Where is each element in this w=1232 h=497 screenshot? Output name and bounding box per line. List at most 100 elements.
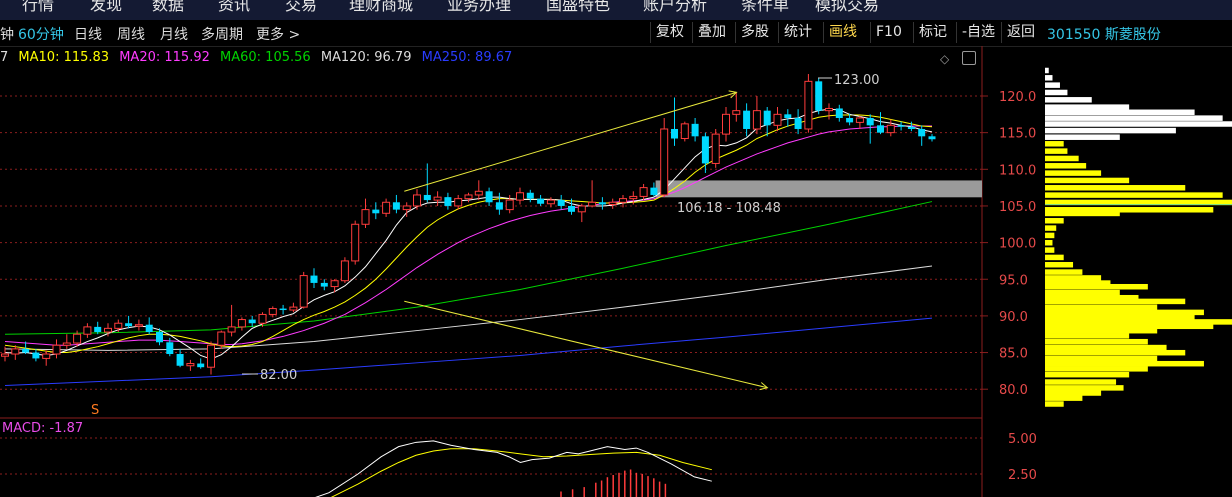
top-menu-item-4[interactable]: 交易: [285, 0, 317, 15]
pane-diamond-icon[interactable]: ◇: [940, 52, 949, 66]
tool-button-5[interactable]: F10: [870, 22, 907, 43]
candle-body: [516, 192, 524, 201]
timeframe-weekly[interactable]: 周线: [117, 24, 145, 44]
profile-bar: [1045, 344, 1167, 351]
top-menu-item-7[interactable]: 国盛特色: [546, 0, 610, 15]
candle-body: [330, 280, 339, 288]
profile-bar: [1045, 401, 1064, 407]
candle-body: [650, 187, 658, 195]
profile-bar: [1045, 199, 1232, 206]
candle-body: [145, 324, 153, 333]
candle-body: [495, 202, 503, 210]
ma250-line: [4, 317, 933, 387]
timeframe-monthly[interactable]: 月线: [160, 24, 188, 44]
candle-body: [52, 344, 61, 355]
timeframe-partial[interactable]: 钟: [0, 24, 14, 44]
tool-button-6[interactable]: 标记: [913, 22, 952, 43]
price-tick-label: 85.0: [999, 347, 1028, 362]
top-menu-item-10[interactable]: 模拟交易: [815, 0, 879, 15]
profile-bar: [1045, 379, 1117, 385]
candle-body: [248, 319, 256, 324]
ma250-legend: MA250: 89.67: [421, 50, 513, 65]
candle-body: [279, 308, 287, 311]
profile-bar: [1045, 185, 1186, 191]
timeframe-multi[interactable]: 多周期: [201, 24, 243, 44]
profile-bar: [1045, 163, 1087, 169]
top-menu-item-6[interactable]: 业务办理: [447, 0, 511, 15]
profile-bar: [1045, 232, 1055, 239]
price-tick-label: 105.0: [999, 200, 1036, 215]
tool-button-2[interactable]: 多股: [735, 22, 774, 43]
profile-bar: [1045, 298, 1186, 305]
trend-line: [404, 300, 768, 389]
stock-name[interactable]: 301550 斯菱股份: [1047, 24, 1161, 44]
candle-body: [207, 344, 215, 368]
low-price-label: 82.00: [260, 368, 297, 383]
top-menu-item-3[interactable]: 资讯: [218, 0, 250, 15]
ma5-line: [4, 108, 933, 360]
profile-bar: [1045, 314, 1195, 321]
candle-body: [444, 197, 452, 206]
top-menu-item-8[interactable]: 账户分析: [643, 0, 707, 15]
profile-bar: [1045, 89, 1068, 96]
top-menu-item-0[interactable]: 行情: [22, 0, 54, 15]
profile-bar: [1045, 127, 1176, 134]
candle-body: [299, 275, 308, 308]
candle-body: [639, 187, 648, 197]
tool-button-1[interactable]: 叠加: [692, 22, 731, 43]
candle-body: [485, 191, 493, 203]
profile-bar: [1045, 327, 1158, 334]
candle-body: [268, 308, 277, 315]
candle-body: [752, 110, 761, 130]
timeframe-daily[interactable]: 日线: [74, 24, 102, 44]
profile-bar: [1045, 148, 1068, 154]
profile-bar: [1045, 319, 1232, 325]
candle-body: [897, 125, 905, 127]
candle-body: [928, 136, 936, 140]
candle-body: [877, 125, 884, 133]
price-zone: [655, 180, 982, 198]
profile-bar: [1045, 207, 1214, 213]
profile-bar: [1045, 67, 1049, 74]
volume-profile: [1045, 67, 1232, 407]
profile-bar: [1045, 385, 1124, 391]
candle-body: [546, 199, 555, 205]
profile-bar: [1045, 247, 1055, 253]
kline-chart[interactable]: 120.0 115.0 110.0 105.0 100.0 95.0 90.0 85.0 80.…: [0, 0, 1232, 497]
macd-tick-label: 2.50: [1008, 468, 1037, 483]
profile-bar: [1045, 333, 1130, 339]
candle-body: [619, 198, 627, 203]
tool-button-8[interactable]: 返回: [1001, 22, 1040, 43]
top-menu-item-9[interactable]: 条件单: [741, 0, 789, 15]
candle-body: [577, 205, 586, 213]
tool-button-7[interactable]: -自选: [956, 22, 1000, 43]
macd-dif-line: [315, 440, 712, 497]
profile-bar: [1045, 225, 1057, 231]
candle-body: [701, 136, 709, 164]
tool-button-4[interactable]: 画线: [823, 22, 862, 43]
top-menu-item-5[interactable]: 理财商城: [349, 0, 413, 15]
top-menu-item-1[interactable]: 发现: [90, 0, 122, 15]
profile-bar: [1045, 254, 1064, 261]
profile-bar: [1045, 115, 1223, 121]
timeframe-60min[interactable]: 60分钟: [18, 24, 64, 44]
profile-bar: [1045, 294, 1139, 301]
tool-button-3[interactable]: 统计: [778, 22, 817, 43]
tool-button-0[interactable]: 复权: [650, 22, 689, 43]
top-menu-item-2[interactable]: 数据: [152, 0, 184, 15]
candle-body: [402, 205, 411, 211]
candle-body: [372, 209, 380, 214]
candle-body: [671, 128, 678, 139]
candle-body: [691, 123, 699, 137]
signal-s-mark: S: [91, 403, 99, 418]
candle-body: [568, 205, 575, 212]
timeframe-more[interactable]: 更多 >: [256, 24, 300, 44]
candle-body: [156, 332, 163, 343]
profile-bar: [1045, 309, 1204, 316]
candle-body: [22, 348, 30, 353]
pane-window-icon[interactable]: [962, 51, 976, 65]
candle-body: [258, 313, 267, 324]
profile-bar: [1045, 218, 1064, 224]
candle-body: [32, 352, 40, 359]
ma120-line: [4, 265, 933, 351]
